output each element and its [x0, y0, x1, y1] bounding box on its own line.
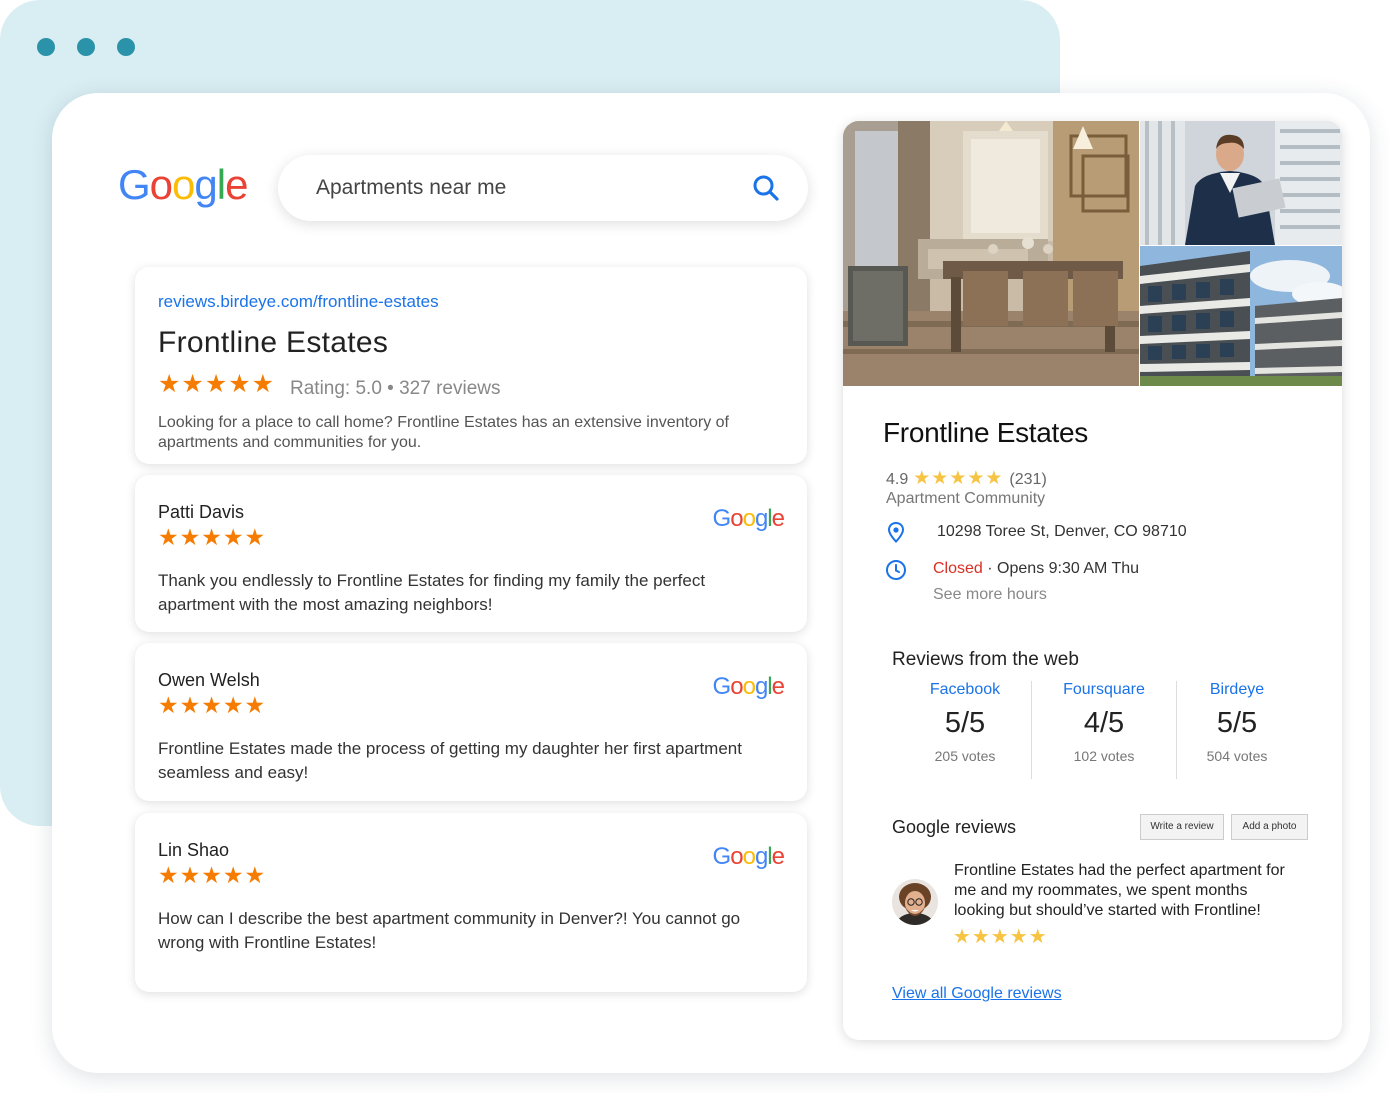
clock-icon: [886, 560, 906, 580]
reviewer-avatar: [892, 879, 938, 925]
search-icon[interactable]: [752, 174, 780, 202]
review-text: Frontline Estates made the process of ge…: [158, 739, 742, 782]
add-photo-button[interactable]: Add a photo: [1231, 814, 1308, 840]
web-review-facebook[interactable]: Facebook 5/5 205 votes: [895, 681, 1035, 764]
review-stars: ★★★★★: [158, 524, 267, 550]
opening-time: Opens 9:30 AM Thu: [997, 560, 1140, 577]
window-dot-icon: [117, 38, 135, 56]
review-stars: ★★★★★: [158, 862, 267, 888]
business-person-photo[interactable]: [1140, 121, 1342, 245]
google-reviews-heading: Google reviews: [892, 817, 1017, 837]
featured-google-review: Frontline Estates had the perfect apartm…: [954, 862, 1285, 919]
featured-review-stars: ★★★★★: [953, 926, 1048, 948]
google-logo: Google: [712, 843, 785, 870]
hours-separator: ·: [987, 560, 993, 577]
web-review-source[interactable]: Foursquare: [1034, 681, 1174, 699]
panel-hours[interactable]: Closed · Opens 9:30 AM Thu: [933, 560, 1139, 578]
web-review-score: 4/5: [1083, 707, 1125, 739]
review-text: How can I describe the best apartment co…: [158, 909, 741, 952]
google-logo: Google: [712, 673, 785, 700]
review-card: Owen Welsh ★★★★★ Frontline Estates made …: [135, 643, 807, 801]
review-text: Thank you endlessly to Frontline Estates…: [158, 571, 706, 614]
web-review-foursquare[interactable]: Foursquare 4/5 102 votes: [1034, 681, 1174, 764]
panel-rating-value: 4.9: [886, 471, 909, 488]
panel-rating-stars: ★★★★★: [913, 468, 1004, 489]
result-rating-stars: ★★★★★: [158, 370, 276, 398]
result-url-link[interactable]: reviews.birdeye.com/frontline-estates: [158, 292, 439, 312]
review-card: Lin Shao ★★★★★ How can I describe the be…: [135, 813, 807, 992]
google-logo: Google: [712, 505, 785, 532]
view-all-google-reviews-link[interactable]: View all Google reviews: [892, 985, 1062, 1003]
panel-rating: 4.9 ★★★★★ (231): [886, 467, 1047, 490]
building-photo[interactable]: [1140, 246, 1342, 386]
web-review-score: 5/5: [1216, 707, 1258, 739]
web-review-votes: 504 votes: [1206, 748, 1268, 764]
result-description: Looking for a place to call home? Frontl…: [158, 414, 729, 451]
web-reviews-heading: Reviews from the web: [892, 649, 1079, 670]
interior-photo[interactable]: [843, 121, 1139, 386]
business-profile-panel: Frontline Estates 4.9 ★★★★★ (231) Apartmen…: [843, 121, 1342, 1040]
panel-address[interactable]: 10298 Toree St, Denver, CO 98710: [937, 523, 1187, 541]
google-logo: Google: [118, 161, 248, 208]
search-input[interactable]: Apartments near me: [278, 155, 808, 221]
window-dot-icon: [37, 38, 55, 56]
panel-business-title: Frontline Estates: [883, 417, 1088, 448]
see-more-hours-link[interactable]: See more hours: [933, 586, 1047, 604]
web-review-birdeye[interactable]: Birdeye 5/5 504 votes: [1167, 681, 1307, 764]
web-review-source[interactable]: Facebook: [895, 681, 1035, 699]
panel-business-type: Apartment Community: [886, 490, 1046, 507]
web-review-votes: 102 votes: [1073, 748, 1135, 764]
reviewer-name: Patti Davis: [158, 502, 245, 522]
closed-status: Closed: [933, 560, 983, 577]
web-review-score: 5/5: [944, 707, 986, 739]
write-review-button[interactable]: Write a review: [1140, 814, 1224, 840]
web-review-votes: 205 votes: [934, 748, 996, 764]
reviewer-name: Lin Shao: [158, 840, 230, 860]
panel-review-count[interactable]: (231): [1009, 471, 1046, 488]
reviewer-name: Owen Welsh: [158, 670, 260, 690]
location-pin-icon: [887, 521, 905, 543]
window-dot-icon: [77, 38, 95, 56]
result-title[interactable]: Frontline Estates: [158, 326, 388, 360]
review-stars: ★★★★★: [158, 692, 267, 718]
result-rating-text: Rating: 5.0 • 327 reviews: [290, 378, 501, 399]
search-result-card[interactable]: reviews.birdeye.com/frontline-estates Fr…: [135, 267, 807, 464]
divider: [1031, 681, 1032, 779]
search-query: Apartments near me: [316, 176, 507, 199]
web-review-source[interactable]: Birdeye: [1167, 681, 1307, 699]
review-card: Patti Davis ★★★★★ Thank you endlessly to…: [135, 475, 807, 632]
